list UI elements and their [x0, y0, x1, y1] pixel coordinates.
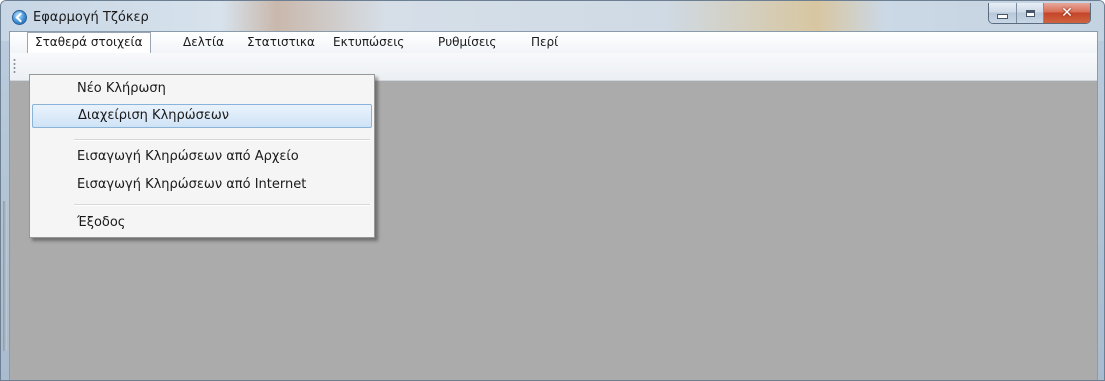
app-icon[interactable]: [12, 10, 27, 25]
fixed-data-dropdown: Νέο Κλήρωση Διαχείριση Κληρώσεων Εισαγωγ…: [29, 74, 375, 238]
menu-prints[interactable]: Εκτυπώσεις: [326, 32, 411, 52]
close-icon: ✕: [1061, 5, 1073, 21]
menu-statistics[interactable]: Στατιστικα: [240, 32, 322, 52]
menu-item-manage-draws[interactable]: Διαχείριση Κληρώσεων: [32, 104, 372, 128]
menu-separator: [74, 204, 370, 206]
menu-settings[interactable]: Ρυθμίσεις: [431, 32, 503, 52]
minimize-icon: [997, 14, 1008, 19]
menu-item-exit[interactable]: Έξοδος: [32, 211, 372, 235]
menu-item-import-internet[interactable]: Εισαγωγή Κληρώσεων από Internet: [32, 173, 372, 197]
menu-about[interactable]: Περί: [524, 32, 565, 52]
maximize-icon: [1025, 9, 1035, 17]
menu-tickets[interactable]: Δελτία: [176, 32, 231, 52]
maximize-button[interactable]: [1017, 3, 1044, 23]
menu-fixed-data[interactable]: Σταθερά στοιχεία: [27, 32, 151, 53]
window-left-edge: [3, 201, 7, 351]
menu-bar: Σταθερά στοιχεία Δελτία Στατιστικα Εκτυπ…: [10, 32, 1097, 54]
menu-separator: [74, 139, 370, 141]
window-title: Εφαρμογή Τζόκερ: [33, 10, 149, 25]
app-window: Εφαρμογή Τζόκερ ✕ Σταθερά στοιχεία Δελτί…: [0, 0, 1105, 381]
toolbar-grip-icon[interactable]: [13, 58, 16, 74]
close-button[interactable]: ✕: [1044, 3, 1090, 23]
minimize-button[interactable]: [989, 3, 1017, 23]
menu-item-import-file[interactable]: Εισαγωγή Κληρώσεων από Αρχείο: [32, 145, 372, 169]
menu-item-new-draw[interactable]: Νέο Κλήρωση: [32, 77, 372, 101]
window-controls: ✕: [988, 3, 1091, 24]
